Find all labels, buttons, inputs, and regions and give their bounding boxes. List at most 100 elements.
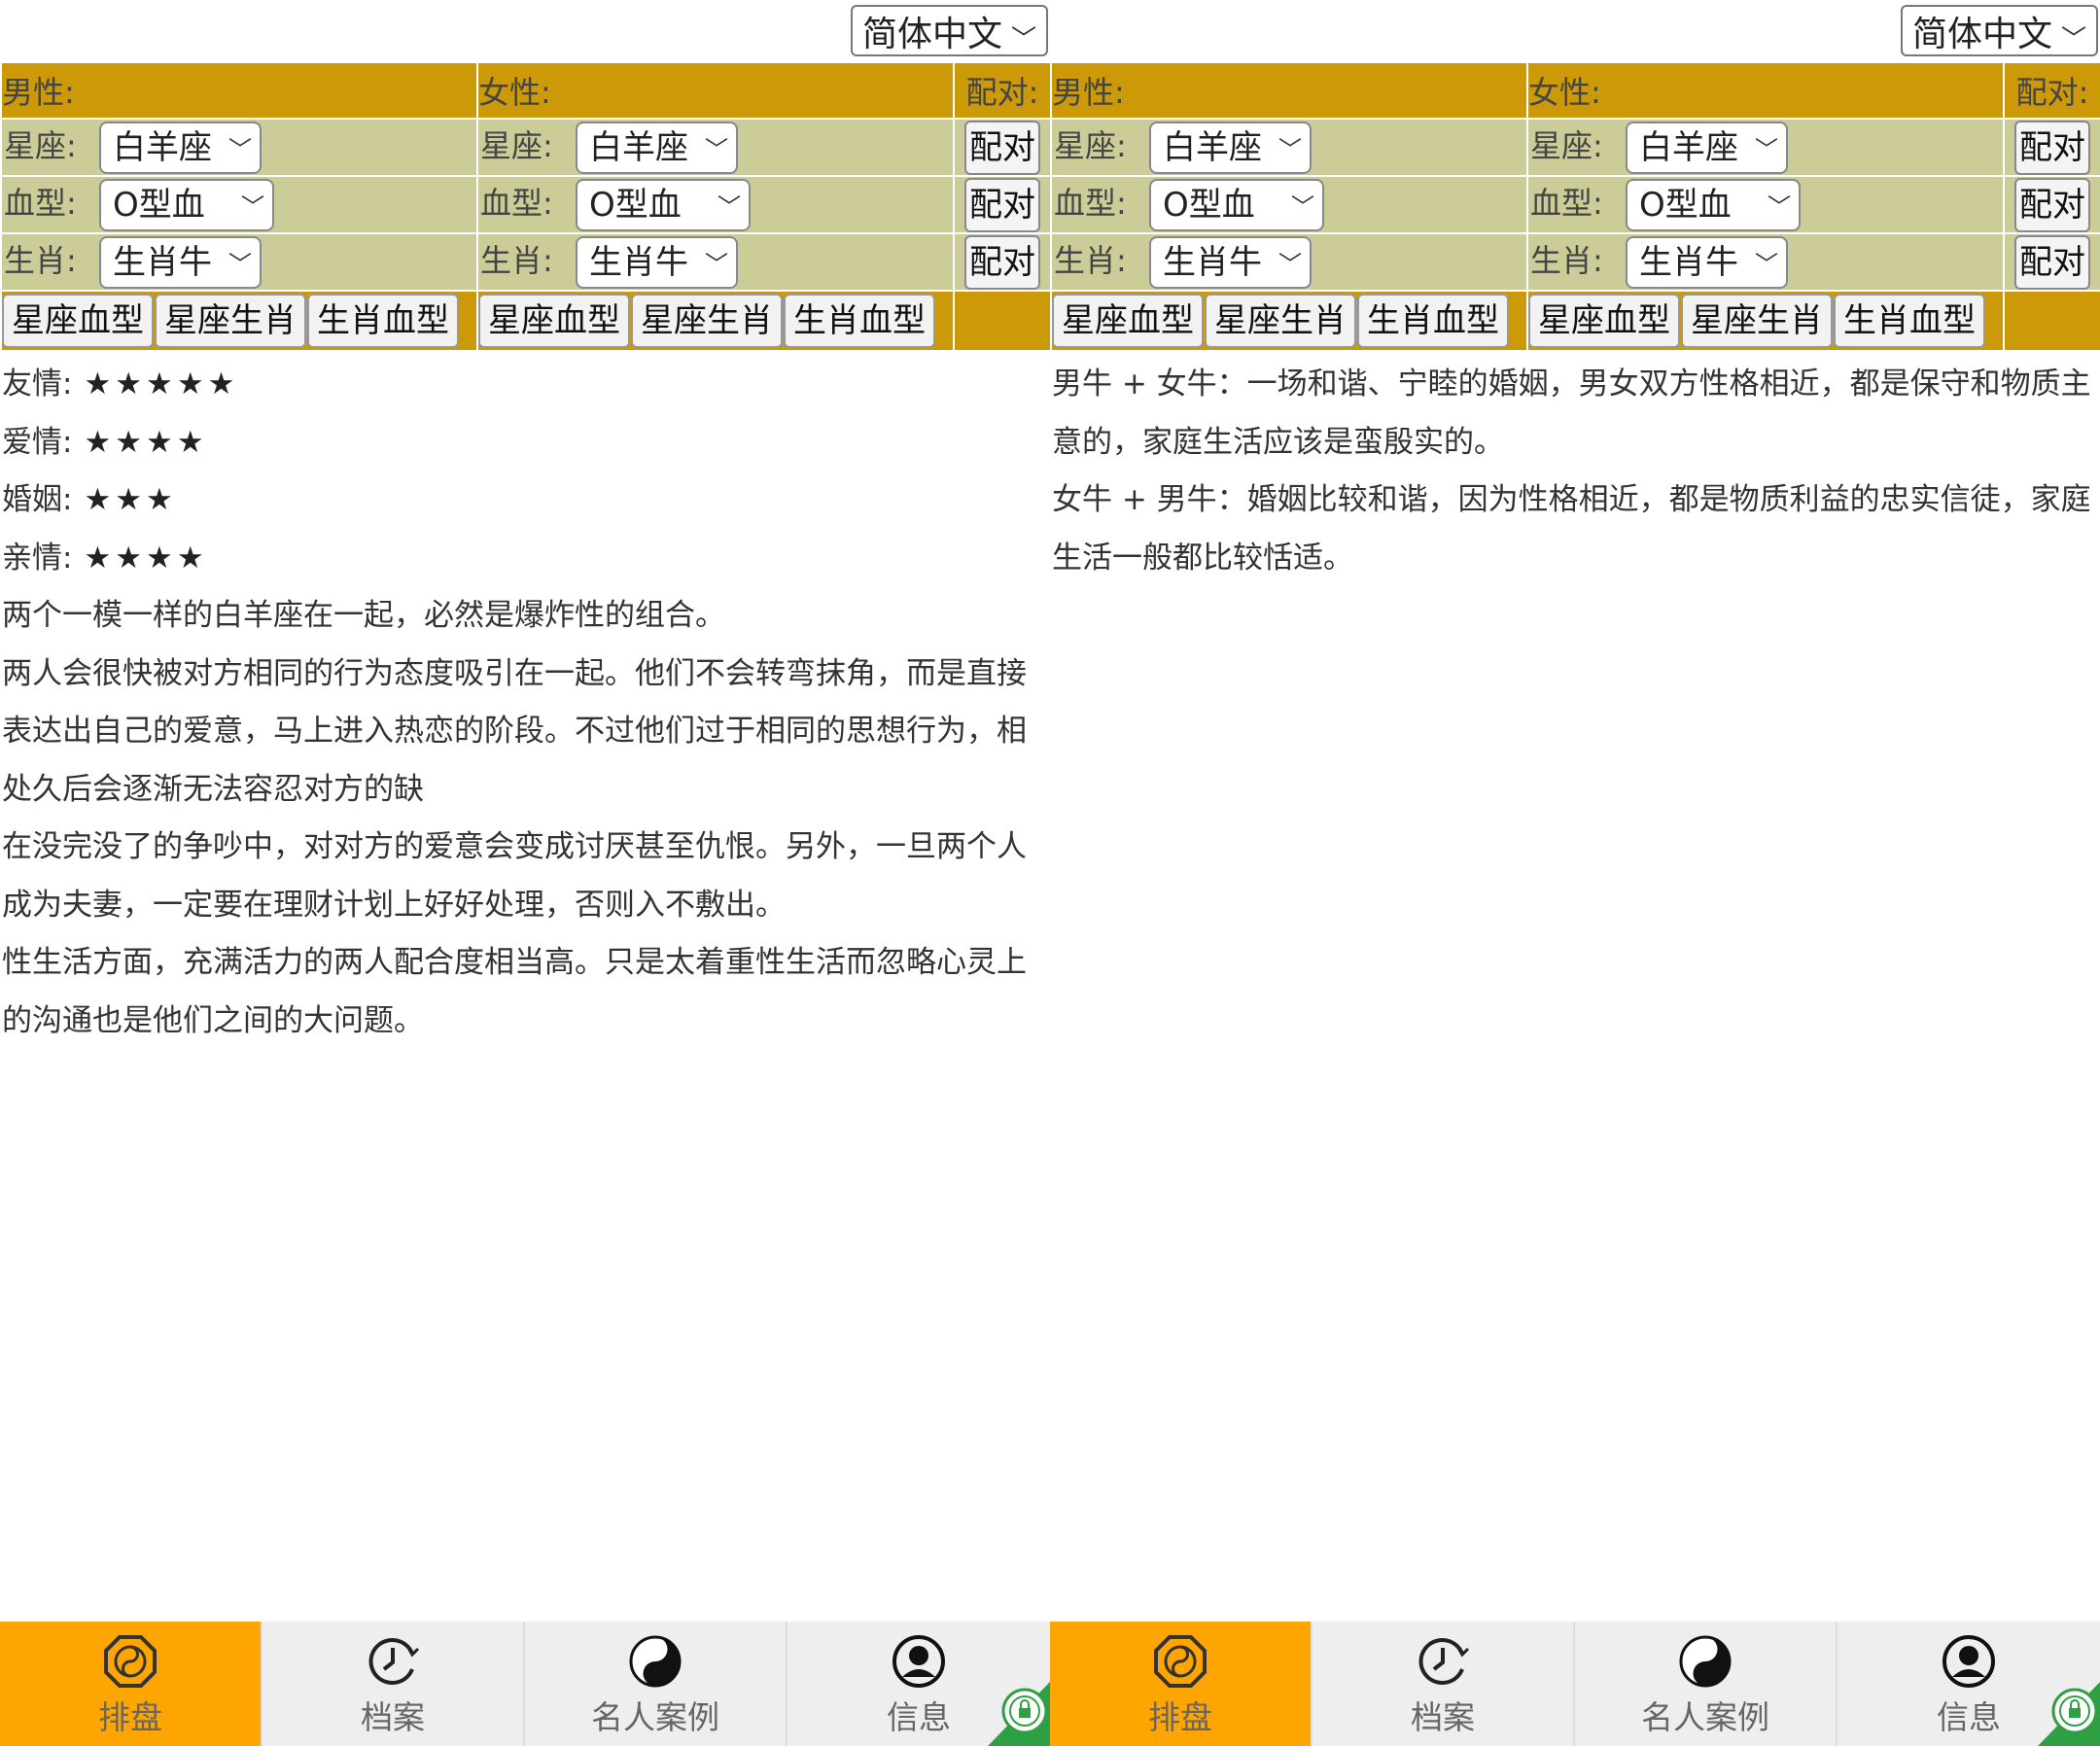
chevron-down-icon: ﹀ — [1755, 135, 1778, 163]
chevron-down-icon: ﹀ — [228, 250, 252, 278]
zodiac-blood-button[interactable]: 星座血型 — [1052, 294, 1204, 348]
pair-header: 配对: — [953, 61, 1050, 120]
rating-label: 友情: — [2, 367, 73, 402]
bottom-tab-bar: 排盘 档案 名人案例 信息 — [0, 1622, 1050, 1746]
male-blood-select[interactable]: O型血 ﹀ — [99, 178, 274, 231]
left-screen: 简体中文 ﹀ 男性: 女性: 配对: 星座: 白羊座 ﹀ 星座: 白羊座 ﹀ 配对 血型… — [0, 0, 1050, 1746]
animal-label: 生肖: — [4, 241, 77, 279]
female-zodiac-select[interactable]: 白羊座 ﹀ — [1626, 121, 1788, 174]
pair-blood-button[interactable]: 配对 — [964, 177, 1040, 232]
female-zodiac-value: 白羊座 — [1639, 127, 1738, 167]
pairing-form: 男性: 女性: 配对: 星座: 白羊座 ﹀ 星座: 白羊座 ﹀ 配对 血型: O型血 ﹀ 血… — [1050, 61, 2100, 352]
star-rating: ★★★ — [84, 482, 177, 517]
chevron-down-icon: ﹀ — [241, 192, 264, 221]
tab-label: 名人案例 — [1641, 1698, 1769, 1736]
language-bar: 简体中文 ﹀ — [1050, 0, 2100, 61]
chevron-down-icon: ﹀ — [1010, 25, 1036, 54]
female-animal-select[interactable]: 生肖牛 ﹀ — [576, 235, 738, 289]
tab-info[interactable]: 信息 — [788, 1622, 1050, 1746]
clock-icon — [1418, 1638, 1470, 1685]
language-select[interactable]: 简体中文 ﹀ — [1901, 5, 2098, 56]
male-blood-select[interactable]: O型血 ﹀ — [1149, 178, 1324, 231]
female-blood-value: O型血 — [589, 185, 682, 225]
tab-celebrity-cases[interactable]: 名人案例 — [525, 1622, 788, 1746]
zodiac-animal-button[interactable]: 星座生肖 — [155, 294, 306, 348]
tab-paipan[interactable]: 排盘 — [0, 1622, 262, 1746]
zodiac-animal-button[interactable]: 星座生肖 — [1681, 294, 1833, 348]
male-zodiac-select[interactable]: 白羊座 ﹀ — [1149, 121, 1312, 174]
male-header: 男性: — [1050, 61, 1528, 120]
result-paragraph: 在没完没了的争吵中，对对方的爱意会变成讨厌甚至仇恨。另外，一旦两个人成为夫妻，一… — [2, 829, 1027, 923]
male-header: 男性: — [0, 61, 478, 120]
zodiac-blood-button[interactable]: 星座血型 — [478, 294, 630, 348]
animal-blood-button[interactable]: 生肖血型 — [1834, 294, 1985, 348]
right-screen: 简体中文 ﹀ 男性: 女性: 配对: 星座: 白羊座 ﹀ 星座: 白羊座 ﹀ 配对 血型… — [1050, 0, 2100, 1746]
tab-archive[interactable]: 档案 — [1312, 1622, 1575, 1746]
female-header: 女性: — [1526, 61, 2005, 120]
star-rating: ★★★★★ — [84, 367, 239, 402]
rating-friendship: 友情: ★★★★★ — [2, 356, 1050, 414]
tab-info[interactable]: 信息 — [1838, 1622, 2100, 1746]
chevron-down-icon: ﹀ — [1278, 135, 1302, 163]
zodiac-row: 星座: 白羊座 ﹀ 星座: 白羊座 ﹀ 配对 — [0, 118, 1050, 177]
pair-animal-button[interactable]: 配对 — [2014, 234, 2090, 290]
male-zodiac-select[interactable]: 白羊座 ﹀ — [99, 121, 262, 174]
screenshot-root: 简体中文 ﹀ 男性: 女性: 配对: 星座: 白羊座 ﹀ 星座: 白羊座 ﹀ 配对 血型… — [0, 0, 2100, 1746]
blood-row: 血型: O型血 ﹀ 血型: O型血 ﹀ 配对 — [0, 175, 1050, 234]
pair-zodiac-button[interactable]: 配对 — [2014, 120, 2090, 175]
blood-label: 血型: — [480, 184, 553, 222]
animal-blood-button[interactable]: 生肖血型 — [784, 294, 935, 348]
female-zodiac-select[interactable]: 白羊座 ﹀ — [576, 121, 738, 174]
female-animal-select[interactable]: 生肖牛 ﹀ — [1626, 235, 1788, 289]
male-zodiac-value: 白羊座 — [113, 127, 212, 167]
male-animal-select[interactable]: 生肖牛 ﹀ — [1149, 235, 1312, 289]
tab-archive[interactable]: 档案 — [262, 1622, 525, 1746]
zodiac-animal-button[interactable]: 星座生肖 — [1205, 294, 1356, 348]
blood-label: 血型: — [1054, 184, 1127, 222]
form-header-row: 男性: 女性: 配对: — [0, 61, 1050, 120]
pair-header: 配对: — [2003, 61, 2100, 120]
chevron-down-icon: ﹀ — [228, 135, 252, 163]
result-content: 男牛 + 女牛：一场和谐、宁睦的婚姻，男女双方性格相近，都是保守和物质主意的，家… — [1050, 352, 2100, 587]
blood-label: 血型: — [4, 184, 77, 222]
zodiac-blood-button[interactable]: 星座血型 — [2, 294, 154, 348]
pair-zodiac-button[interactable]: 配对 — [964, 120, 1040, 175]
zodiac-blood-button[interactable]: 星座血型 — [1528, 294, 1680, 348]
animal-row: 生肖: 生肖牛 ﹀ 生肖: 生肖牛 ﹀ 配对 — [0, 232, 1050, 292]
security-badge-icon — [988, 1682, 1050, 1746]
female-blood-value: O型血 — [1639, 185, 1732, 225]
user-icon — [892, 1635, 945, 1688]
male-blood-value: O型血 — [1163, 185, 1255, 225]
zodiac-animal-button[interactable]: 星座生肖 — [631, 294, 783, 348]
animal-blood-button[interactable]: 生肖血型 — [1357, 294, 1509, 348]
female-blood-select[interactable]: O型血 ﹀ — [1626, 178, 1801, 231]
chevron-down-icon: ﹀ — [1768, 192, 1791, 221]
female-animal-value: 生肖牛 — [589, 242, 688, 282]
chevron-down-icon: ﹀ — [718, 192, 741, 221]
result-content: 友情: ★★★★★ 爱情: ★★★★ 婚姻: ★★★ 亲情: ★★★★ 两个一模一样的白… — [0, 352, 1050, 1050]
rating-family: 亲情: ★★★★ — [2, 530, 1050, 588]
tab-label: 排盘 — [98, 1698, 162, 1736]
rating-label: 婚姻: — [2, 482, 73, 517]
result-paragraph: 女牛 + 男牛：婚姻比较和谐，因为性格相近，都是物质利益的忠实信徒，家庭生活一般… — [1052, 482, 2091, 576]
female-blood-select[interactable]: O型血 ﹀ — [576, 178, 751, 231]
clock-icon — [368, 1638, 420, 1685]
zodiac-label: 星座: — [1530, 126, 1603, 164]
tab-label: 排盘 — [1148, 1698, 1212, 1736]
male-animal-value: 生肖牛 — [113, 242, 212, 282]
tab-celebrity-cases[interactable]: 名人案例 — [1575, 1622, 1838, 1746]
blood-row: 血型: O型血 ﹀ 血型: O型血 ﹀ 配对 — [1050, 175, 2100, 234]
zodiac-label: 星座: — [480, 126, 553, 164]
pair-animal-button[interactable]: 配对 — [964, 234, 1040, 290]
animal-blood-button[interactable]: 生肖血型 — [307, 294, 459, 348]
blood-label: 血型: — [1530, 184, 1603, 222]
tab-paipan[interactable]: 排盘 — [1050, 1622, 1312, 1746]
pair-blood-button[interactable]: 配对 — [2014, 177, 2090, 232]
tab-label: 档案 — [361, 1698, 425, 1736]
result-paragraph: 两人会很快被对方相同的行为态度吸引在一起。他们不会转弯抹角，而是直接表达出自己的… — [2, 655, 1027, 807]
male-animal-select[interactable]: 生肖牛 ﹀ — [99, 235, 262, 289]
chevron-down-icon: ﹀ — [2060, 25, 2086, 54]
chevron-down-icon: ﹀ — [705, 250, 728, 278]
language-select[interactable]: 简体中文 ﹀ — [851, 5, 1048, 56]
chevron-down-icon: ﹀ — [705, 135, 728, 163]
